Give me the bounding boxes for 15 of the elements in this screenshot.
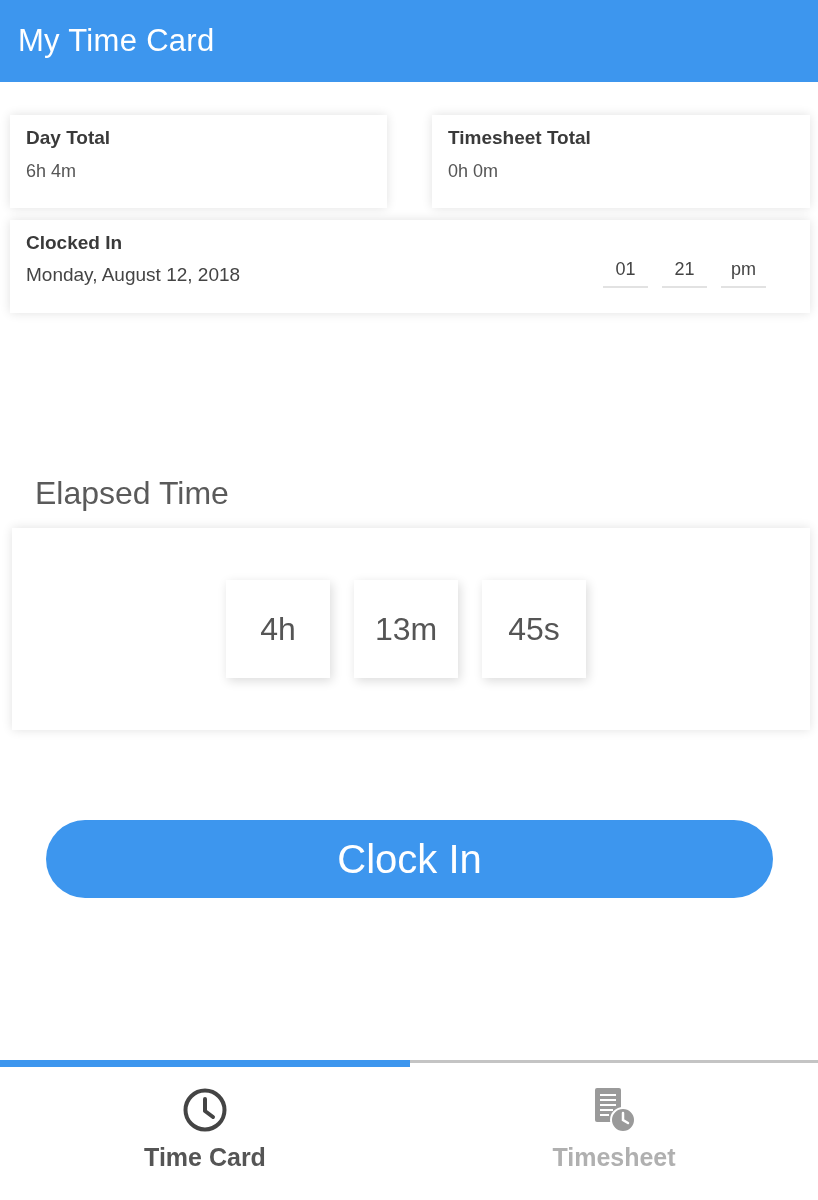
elapsed-time-title: Elapsed Time [35,475,229,512]
clock-icon [182,1087,228,1133]
card-value: 6h 4m [26,161,77,182]
time-field[interactable]: 21 [662,255,707,288]
clocked-in-date: Monday, August 12, 2018 [26,264,241,286]
card-label: Day Total [26,127,111,149]
elapsed-time-tile: 45s [482,580,586,678]
page-title: My Time Card [18,23,215,59]
elapsed-time-tile: 4h [226,580,330,678]
card-value: 0h 0m [448,161,499,182]
card-label: Timesheet Total [448,127,591,149]
card-label: Clocked In [26,232,123,254]
time-field[interactable]: pm [721,255,766,288]
time-field[interactable]: 01 [603,255,648,288]
elapsed-time-tile: 13m [354,580,458,678]
